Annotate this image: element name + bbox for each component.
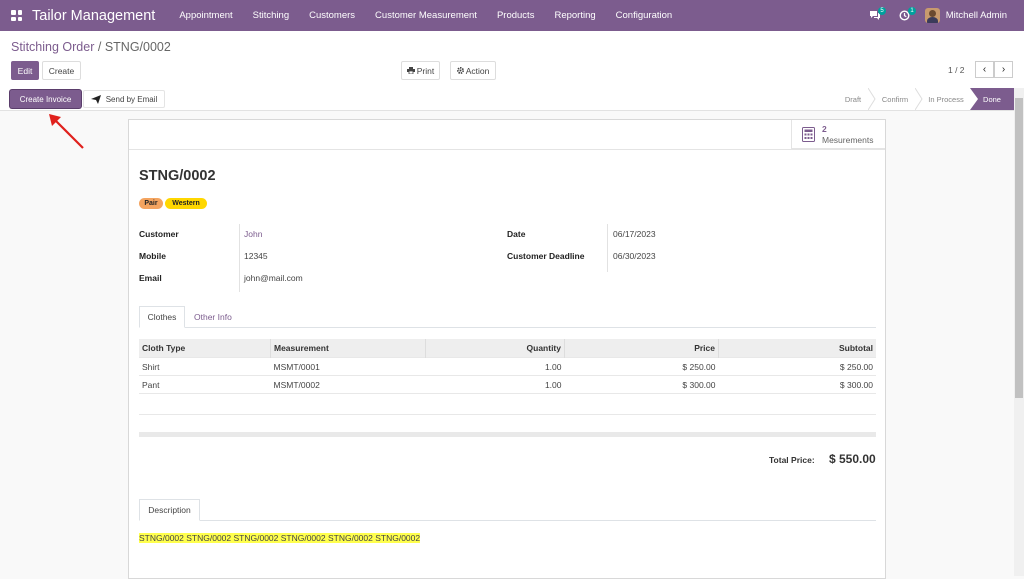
menu-customer-measurement[interactable]: Customer Measurement bbox=[365, 10, 487, 21]
cell-cloth-type: Shirt bbox=[139, 357, 271, 376]
cell-price: $ 300.00 bbox=[564, 375, 719, 394]
cell-subtotal: $ 250.00 bbox=[718, 357, 876, 376]
stage-done[interactable]: Done bbox=[970, 88, 1014, 110]
breadcrumb-parent[interactable]: Stitching Order bbox=[11, 40, 94, 54]
stage-draft[interactable]: Draft bbox=[836, 88, 870, 110]
date-label: Date bbox=[507, 229, 526, 239]
menu-reporting[interactable]: Reporting bbox=[544, 10, 605, 21]
cell-measurement: MSMT/0002 bbox=[270, 375, 426, 394]
cell-measurement: MSMT/0001 bbox=[270, 357, 426, 376]
clothes-table: Cloth Type Measurement Quantity Price Su… bbox=[139, 339, 876, 411]
cell-cloth-type: Pant bbox=[139, 375, 271, 394]
print-icon bbox=[406, 67, 415, 74]
measurements-count: 2 bbox=[822, 124, 827, 134]
action-label: Action bbox=[465, 65, 490, 76]
tab-bar-line bbox=[139, 327, 876, 328]
messages-badge: 5 bbox=[878, 6, 886, 15]
breadcrumb: Stitching Order / STNG/0002 bbox=[11, 40, 171, 54]
stage-in-process[interactable]: In Process bbox=[922, 88, 970, 110]
table-footer-bar bbox=[139, 432, 876, 437]
deadline-label: Customer Deadline bbox=[507, 251, 585, 261]
tab-other-info[interactable]: Other Info bbox=[194, 312, 232, 322]
cell-quantity: 1.00 bbox=[425, 357, 565, 376]
menu-customers[interactable]: Customers bbox=[299, 10, 365, 21]
field-separator bbox=[607, 224, 608, 272]
table-row[interactable]: Shirt MSMT/0001 1.00 $ 250.00 $ 250.00 bbox=[139, 357, 876, 376]
mobile-value: 12345 bbox=[244, 251, 268, 261]
menu-products[interactable]: Products bbox=[487, 10, 545, 21]
sheet-divider bbox=[129, 149, 885, 150]
calculator-icon bbox=[802, 127, 815, 142]
page-scrollbar[interactable] bbox=[1014, 88, 1024, 576]
activities-clock-icon[interactable]: 1 bbox=[895, 6, 916, 26]
annotation-arrow-icon bbox=[49, 114, 84, 149]
customer-value[interactable]: John bbox=[244, 229, 262, 239]
edit-button[interactable]: Edit bbox=[11, 61, 39, 80]
field-separator bbox=[239, 224, 240, 292]
messages-icon[interactable]: 5 bbox=[865, 6, 886, 26]
column-subtotal[interactable]: Subtotal bbox=[718, 339, 876, 358]
description-tab-line bbox=[139, 520, 876, 521]
table-bottom-line bbox=[139, 414, 876, 415]
paper-plane-icon bbox=[90, 94, 101, 104]
print-label: Print bbox=[416, 65, 435, 76]
record-title: STNG/0002 bbox=[139, 168, 216, 184]
scrollbar-thumb[interactable] bbox=[1015, 98, 1023, 398]
create-invoice-button[interactable]: Create Invoice bbox=[10, 90, 81, 108]
measurements-smart-button[interactable]: 2 Mesurements bbox=[791, 120, 885, 149]
deadline-value: 06/30/2023 bbox=[613, 251, 656, 261]
form-sheet: 2 Mesurements STNG/0002 Pair Western Cus… bbox=[128, 119, 886, 579]
date-value: 06/17/2023 bbox=[613, 229, 656, 239]
cell-price: $ 250.00 bbox=[564, 357, 719, 376]
total-price-value: $ 550.00 bbox=[829, 452, 876, 466]
activities-badge: 1 bbox=[908, 6, 916, 15]
tag-pair: Pair bbox=[139, 198, 163, 209]
user-name[interactable]: Mitchell Admin bbox=[946, 10, 1007, 21]
action-button[interactable]: Action bbox=[450, 61, 496, 80]
form-statusbar: Create Invoice Send by Email Draft Confi… bbox=[0, 88, 1014, 111]
customer-label: Customer bbox=[139, 229, 179, 239]
tag-western: Western bbox=[165, 198, 207, 209]
menu-stitching[interactable]: Stitching bbox=[243, 10, 299, 21]
menu-appointment[interactable]: Appointment bbox=[169, 10, 242, 21]
description-text: STNG/0002 STNG/0002 STNG/0002 STNG/0002 … bbox=[139, 533, 421, 543]
tab-clothes[interactable]: Clothes bbox=[139, 306, 185, 328]
send-by-email-button[interactable]: Send by Email bbox=[83, 90, 165, 108]
email-label: Email bbox=[139, 273, 162, 283]
print-button[interactable]: Print bbox=[401, 61, 440, 80]
top-navbar: Tailor Management Appointment Stitching … bbox=[0, 0, 1024, 31]
table-header-row: Cloth Type Measurement Quantity Price Su… bbox=[139, 339, 876, 358]
cell-quantity: 1.00 bbox=[425, 375, 565, 394]
cell-subtotal: $ 300.00 bbox=[718, 375, 876, 394]
control-panel: Stitching Order / STNG/0002 Edit Create … bbox=[0, 31, 1024, 89]
app-menu-icon[interactable] bbox=[11, 10, 22, 21]
total-price-label: Total Price: bbox=[769, 455, 815, 465]
avatar[interactable] bbox=[924, 8, 940, 23]
stage-confirm[interactable]: Confirm bbox=[875, 88, 915, 110]
column-price[interactable]: Price bbox=[564, 339, 719, 358]
send-by-email-label: Send by Email bbox=[105, 94, 158, 104]
column-cloth-type[interactable]: Cloth Type bbox=[139, 339, 271, 358]
breadcrumb-current: STNG/0002 bbox=[104, 40, 171, 54]
mobile-label: Mobile bbox=[139, 251, 166, 261]
pager-next-icon[interactable]: › bbox=[994, 61, 1013, 78]
table-row[interactable]: Pant MSMT/0002 1.00 $ 300.00 $ 300.00 bbox=[139, 375, 876, 394]
app-title[interactable]: Tailor Management bbox=[32, 8, 155, 24]
tab-description[interactable]: Description bbox=[139, 499, 200, 521]
pager-previous-icon[interactable]: ‹ bbox=[975, 61, 994, 78]
measurements-label: Mesurements bbox=[822, 135, 874, 145]
menu-configuration[interactable]: Configuration bbox=[606, 10, 683, 21]
column-measurement[interactable]: Measurement bbox=[270, 339, 426, 358]
pager-value[interactable]: 1 / 2 bbox=[948, 65, 965, 75]
gear-icon bbox=[456, 67, 464, 74]
create-button[interactable]: Create bbox=[42, 61, 81, 80]
table-empty-row bbox=[139, 393, 876, 411]
column-quantity[interactable]: Quantity bbox=[425, 339, 565, 358]
breadcrumb-separator: / bbox=[97, 40, 102, 54]
email-value: john@mail.com bbox=[244, 273, 303, 283]
